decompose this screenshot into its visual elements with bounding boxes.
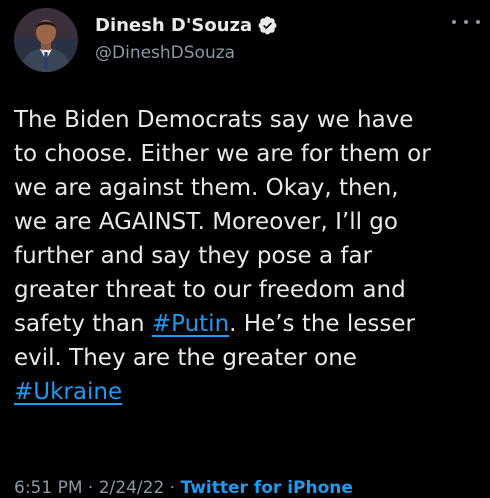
meta-separator: · [82, 478, 99, 498]
tweet-time[interactable]: 6:51 PM [14, 478, 83, 498]
tweet-text: The Biden Democrats say we have to choos… [14, 103, 490, 409]
tweet-text-line: further and say they pose a far [14, 243, 373, 269]
hashtag-ukraine-link[interactable]: #Ukraine [14, 379, 122, 405]
tweet-meta: 6:51 PM · 2/24/22 · Twitter for iPhone [14, 478, 353, 498]
avatar[interactable] [14, 8, 78, 72]
more-horizontal-icon [464, 20, 468, 24]
tweet-text-segment: safety than [14, 311, 152, 337]
more-horizontal-icon [476, 20, 480, 24]
tweet-date[interactable]: 2/24/22 [99, 478, 165, 498]
tweet-text-line: safety than #Putin. He’s the lesser [14, 307, 490, 341]
more-horizontal-icon [452, 20, 456, 24]
author-name[interactable]: Dinesh D'Souza [95, 15, 252, 36]
tweet-source-link[interactable]: Twitter for iPhone [180, 478, 352, 498]
name-row: Dinesh D'Souza [95, 13, 278, 37]
hashtag-putin-link[interactable]: #Putin [152, 311, 229, 337]
author-handle[interactable]: @DineshDSouza [95, 43, 278, 63]
more-options-button[interactable] [452, 14, 480, 30]
tweet-text-segment: . He’s the lesser [229, 311, 415, 337]
tweet-text-line: we are against them. Okay, then, [14, 175, 399, 201]
tweet-text-line: #Ukraine [14, 375, 490, 409]
avatar-image [14, 8, 78, 72]
tweet-header: Dinesh D'Souza @DineshDSouza [95, 13, 278, 63]
tweet-text-line: greater threat to our freedom and [14, 277, 406, 303]
tweet-text-line: evil. They are the greater one [14, 345, 357, 371]
verified-badge-icon [257, 15, 278, 36]
tweet-text-line: The Biden Democrats say we have [14, 107, 414, 133]
tweet-card: Dinesh D'Souza @DineshDSouza The Biden D… [0, 0, 490, 498]
tweet-text-line: we are AGAINST. Moreover, I’ll go [14, 209, 398, 235]
meta-separator: · [164, 478, 181, 498]
tweet-text-line: to choose. Either we are for them or [14, 141, 431, 167]
